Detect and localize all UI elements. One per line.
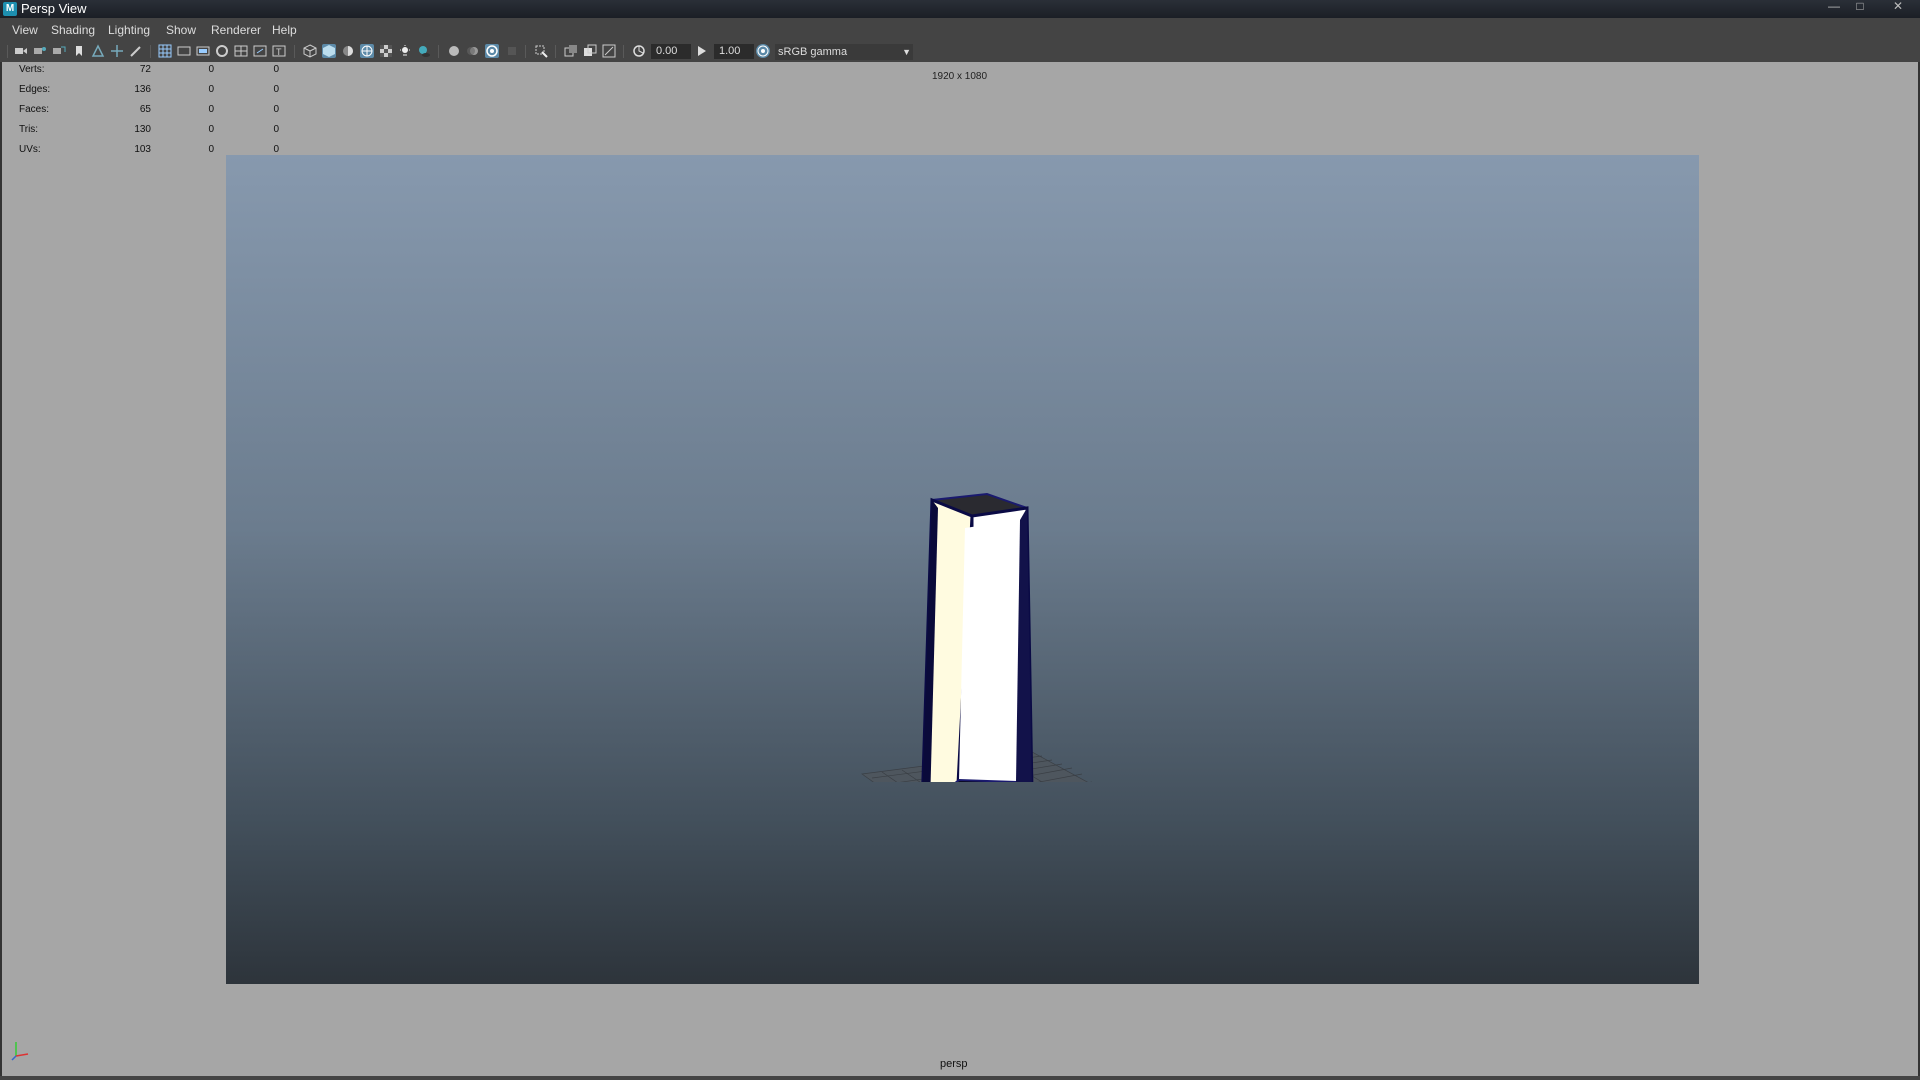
anti-aliasing-icon[interactable] [485, 44, 499, 58]
film-gate-icon[interactable] [177, 44, 191, 58]
gamma-field[interactable]: 1.00 [714, 44, 754, 59]
panel-toolbar: T 0.00 1.00 sRGB gamma ▼ [0, 42, 1920, 62]
minimize-button[interactable]: — [1822, 0, 1846, 14]
view-transform-dropdown[interactable]: sRGB gamma ▼ [775, 44, 913, 60]
view-transform-value: sRGB gamma [778, 46, 848, 58]
grease-pencil-icon[interactable] [129, 44, 143, 58]
lamp-model[interactable] [842, 422, 1122, 782]
menu-renderer[interactable]: Renderer [211, 23, 261, 37]
smooth-shade-icon[interactable] [322, 44, 336, 58]
hud-value: 0 [208, 104, 214, 115]
hud-value: 72 [139, 64, 151, 75]
hud-value: 0 [273, 84, 279, 95]
lamp-body [921, 492, 1034, 782]
toolbar-separator [150, 45, 151, 58]
hud-value: 0 [273, 144, 279, 155]
maya-logo-icon: M [3, 2, 17, 16]
shadows-icon[interactable] [417, 44, 431, 58]
hud-value: 0 [208, 144, 214, 155]
camera-name-label: persp [940, 1058, 968, 1070]
exposure-field[interactable]: 0.00 [651, 44, 691, 59]
image-plane-icon[interactable] [91, 44, 105, 58]
toolbar-separator [438, 45, 439, 58]
select-camera-icon[interactable] [14, 44, 28, 58]
xray-active-components-icon[interactable] [583, 44, 597, 58]
hud-value: 103 [134, 144, 151, 155]
view-axis-icon [11, 1042, 29, 1061]
hud-label: Tris: [19, 124, 39, 135]
hud-label: Faces: [19, 104, 50, 115]
grid-icon[interactable] [158, 44, 172, 58]
xray-icon[interactable] [564, 44, 578, 58]
svg-text:T: T [276, 47, 282, 57]
hud-label: Edges: [19, 84, 51, 95]
hud-value: 0 [208, 64, 214, 75]
menu-help[interactable]: Help [272, 23, 297, 37]
window-title: Persp View [21, 1, 87, 16]
hud-row-edges: Edges: 136 0 0 [19, 84, 279, 104]
toolbar-separator [294, 45, 295, 58]
field-chart-icon[interactable] [234, 44, 248, 58]
hud-value: 0 [273, 104, 279, 115]
isolate-select-icon[interactable] [534, 44, 548, 58]
motion-blur-icon[interactable] [466, 44, 480, 58]
toolbar-separator [7, 45, 8, 58]
resolution-gate-icon[interactable] [196, 44, 210, 58]
camera-attributes-icon[interactable] [33, 44, 47, 58]
hud-row-verts: Verts: 72 0 0 [19, 64, 279, 84]
2d-pan-zoom-icon[interactable] [110, 44, 124, 58]
hud-label: Verts: [19, 64, 45, 75]
safe-title-icon[interactable]: T [272, 44, 286, 58]
persp-viewport[interactable]: Verts: 72 0 0 Edges: 136 0 0 Faces: 65 0… [0, 62, 1920, 1076]
toolbar-separator [555, 45, 556, 58]
resolution-label: 1920 x 1080 [932, 71, 988, 82]
title-bar: M Persp View — □ ✕ [0, 0, 1920, 18]
hud-value: 65 [139, 104, 151, 115]
safe-action-icon[interactable] [253, 44, 267, 58]
color-management-icon[interactable] [756, 44, 770, 58]
menu-shading[interactable]: Shading [51, 23, 95, 37]
maximize-button[interactable]: □ [1848, 0, 1872, 14]
wireframe-icon[interactable] [303, 44, 317, 58]
bookmarks-icon[interactable] [52, 44, 66, 58]
textured-icon[interactable] [379, 44, 393, 58]
hud-value: 136 [134, 84, 151, 95]
hud-row-faces: Faces: 65 0 0 [19, 104, 279, 124]
xray-joints-icon[interactable] [602, 44, 616, 58]
close-button[interactable]: ✕ [1886, 0, 1910, 14]
hud-value: 0 [273, 124, 279, 135]
hud-value: 0 [273, 64, 279, 75]
hud-value: 0 [208, 84, 214, 95]
hud-row-tris: Tris: 130 0 0 [19, 124, 279, 144]
default-material-icon[interactable] [341, 44, 355, 58]
menu-lighting[interactable]: Lighting [108, 23, 150, 37]
menu-show[interactable]: Show [166, 23, 196, 37]
poly-count-hud: Verts: 72 0 0 Edges: 136 0 0 Faces: 65 0… [19, 64, 279, 164]
gate-mask-icon[interactable] [215, 44, 229, 58]
hud-value: 0 [208, 124, 214, 135]
toolbar-separator [525, 45, 526, 58]
use-all-lights-icon[interactable] [398, 44, 412, 58]
toolbar-separator [623, 45, 624, 58]
menu-bar: View Shading Lighting Show Renderer Help [0, 18, 1920, 42]
hud-label: UVs: [19, 144, 41, 155]
wireframe-on-shaded-icon[interactable] [360, 44, 374, 58]
gamma-icon[interactable] [695, 44, 709, 58]
exposure-icon[interactable] [632, 44, 646, 58]
chevron-down-icon: ▼ [902, 47, 911, 57]
depth-of-field-icon[interactable] [505, 44, 519, 58]
screen-space-ao-icon[interactable] [447, 44, 461, 58]
hud-row-uvs: UVs: 103 0 0 [19, 144, 279, 164]
menu-view[interactable]: View [12, 23, 38, 37]
bookmark-flag-icon[interactable] [72, 44, 86, 58]
hud-value: 130 [134, 124, 151, 135]
